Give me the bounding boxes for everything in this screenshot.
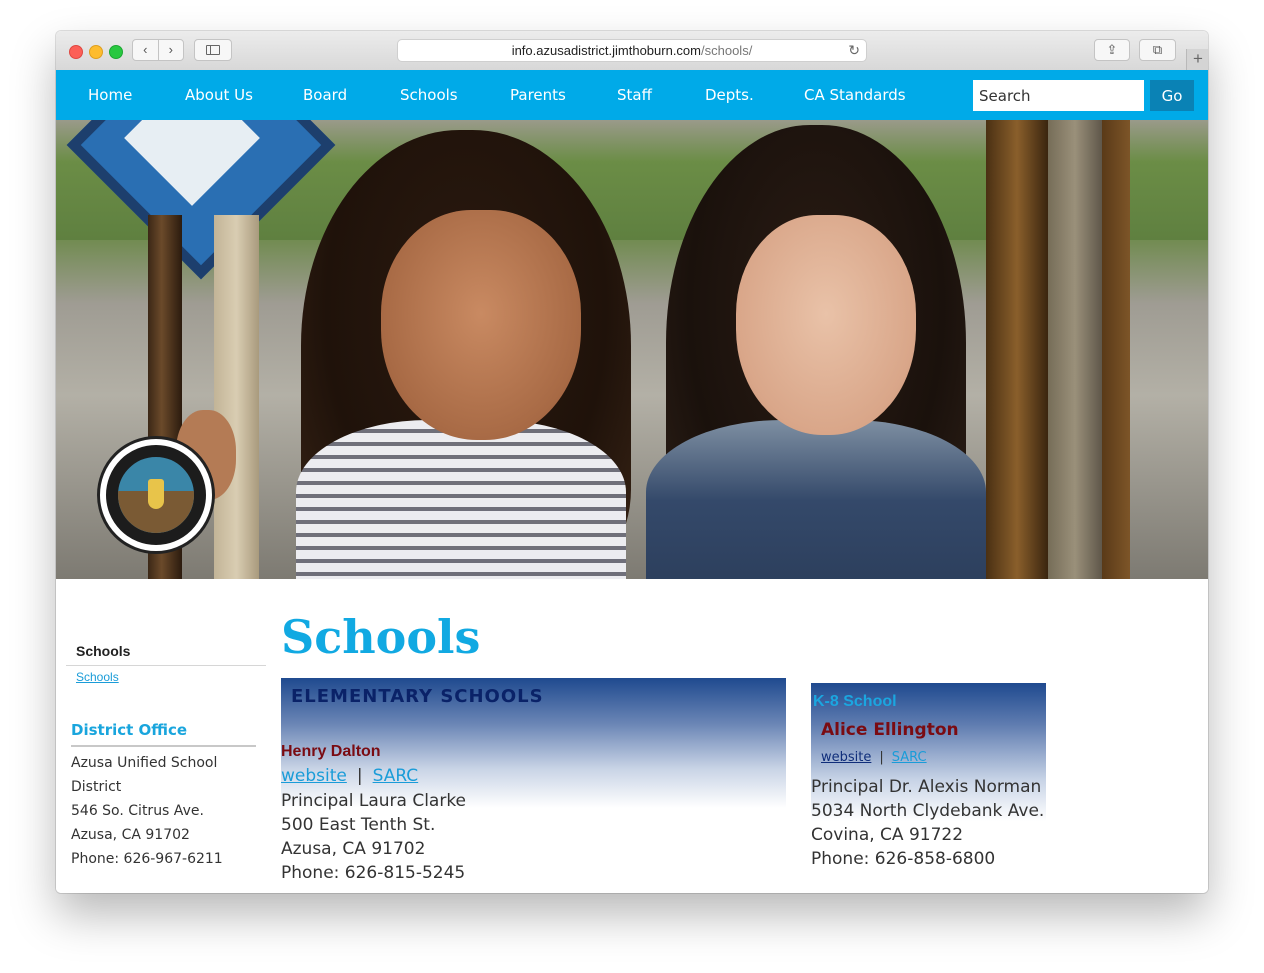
sidebar-icon — [206, 45, 220, 55]
address-bar[interactable]: info.azusadistrict.jimthoburn.com/school… — [397, 39, 867, 62]
hero-photo — [56, 120, 1208, 579]
share-icon: ⇪ — [1106, 42, 1118, 57]
district-office-address: Azusa Unified School District 546 So. Ci… — [71, 755, 223, 867]
nav-ca-standards[interactable]: CA Standards — [804, 70, 906, 120]
page-content: Schools Schools District Office Azusa Un… — [56, 579, 1208, 893]
zoom-window-button[interactable] — [109, 45, 123, 59]
school-name-alice-ellington: Alice Ellington — [821, 720, 959, 740]
page-title: Schools — [281, 610, 481, 664]
url-host: info.azusadistrict.jimthoburn.com — [511, 43, 701, 58]
alice-ellington-links: website | SARC — [821, 750, 927, 765]
nav-parents[interactable]: Parents — [510, 70, 566, 120]
minimize-window-button[interactable] — [89, 45, 103, 59]
show-tabs-button[interactable]: ⧉ — [1139, 39, 1176, 61]
new-tab-button[interactable]: + — [1186, 49, 1208, 70]
browser-titlebar: ‹ › info.azusadistrict.jimthoburn.com/sc… — [56, 31, 1208, 71]
k8-school-heading: K-8 School — [813, 693, 897, 710]
forward-button[interactable]: › — [157, 40, 184, 60]
share-button[interactable]: ⇪ — [1094, 39, 1130, 61]
alice-ellington-website-link[interactable]: website — [821, 750, 871, 765]
nav-staff[interactable]: Staff — [617, 70, 652, 120]
nav-depts[interactable]: Depts. — [705, 70, 754, 120]
school-name-henry-dalton: Henry Dalton — [281, 743, 381, 760]
browser-window: ‹ › info.azusadistrict.jimthoburn.com/sc… — [56, 31, 1208, 893]
url-path: /schools/ — [701, 43, 753, 58]
seal-emblem — [106, 445, 206, 545]
sidebar-link-schools[interactable]: Schools — [76, 670, 119, 684]
history-nav-group: ‹ › — [132, 39, 184, 61]
nav-schools[interactable]: Schools — [400, 70, 458, 120]
sidebar-heading: Schools — [66, 643, 266, 666]
go-button[interactable]: Go — [1150, 80, 1194, 111]
nav-home[interactable]: Home — [88, 70, 132, 120]
elementary-schools-heading: ELEMENTARY SCHOOLS — [291, 686, 544, 707]
plus-icon: + — [1193, 49, 1203, 68]
alice-ellington-info: Principal Dr. Alexis Norman 5034 North C… — [811, 777, 1045, 869]
close-window-button[interactable] — [69, 45, 83, 59]
sidebar-toggle-button[interactable] — [194, 39, 232, 61]
district-seal-logo[interactable] — [97, 436, 215, 554]
site-navigation: Home About Us Board Schools Parents Staf… — [56, 70, 1208, 120]
back-button[interactable]: ‹ — [133, 40, 158, 60]
alice-ellington-sarc-link[interactable]: SARC — [892, 750, 927, 765]
henry-dalton-website-link[interactable]: website — [281, 766, 347, 786]
reload-icon[interactable]: ↻ — [848, 40, 860, 61]
tabs-icon: ⧉ — [1152, 42, 1163, 57]
henry-dalton-links: website | SARC — [281, 766, 419, 786]
nav-board[interactable]: Board — [303, 70, 347, 120]
district-office-heading: District Office — [71, 721, 256, 747]
henry-dalton-sarc-link[interactable]: SARC — [373, 766, 419, 786]
henry-dalton-info: Principal Laura Clarke 500 East Tenth St… — [281, 791, 467, 883]
nav-about-us[interactable]: About Us — [185, 70, 253, 120]
search-input[interactable] — [973, 80, 1144, 111]
